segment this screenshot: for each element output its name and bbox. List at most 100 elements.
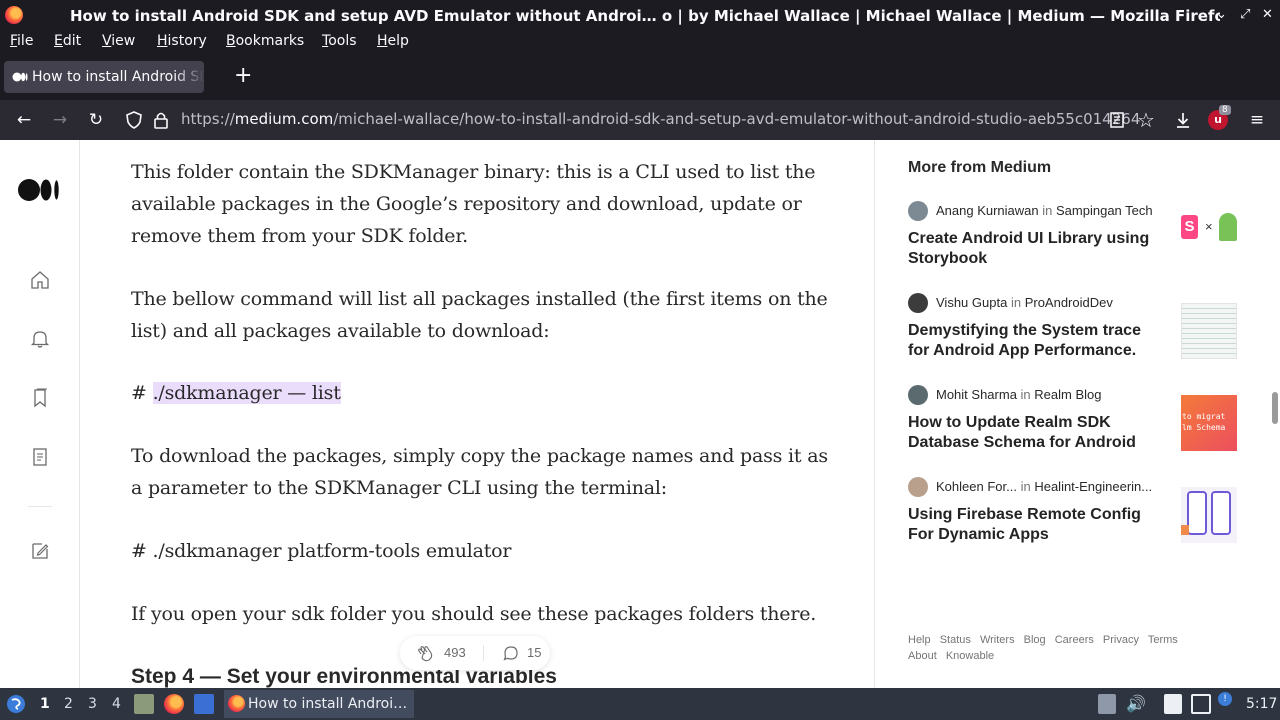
avatar[interactable] [908,477,928,497]
storybook-logo-icon: S [1181,215,1198,239]
window-titlebar: How to install Android SDK and setup AVD… [0,0,1280,30]
story-thumbnail[interactable] [1181,303,1237,359]
stories-icon[interactable] [28,445,52,469]
footer-link-careers[interactable]: Careers [1055,634,1094,646]
tab-fade [174,61,204,93]
lock-icon[interactable] [150,109,172,131]
menu-help[interactable]: Help [377,33,409,49]
terminal-launcher-icon[interactable] [194,694,214,714]
file-manager-icon[interactable] [134,694,154,714]
footer-link-help[interactable]: Help [908,634,931,646]
avatar[interactable] [908,385,928,405]
restore-icon[interactable]: ⤢ [1240,7,1250,22]
workspace-2[interactable]: 2 [64,696,73,712]
story-byline: Vishu Gupta in ProAndroidDev [936,295,1113,310]
menu-tools[interactable]: Tools [322,33,357,49]
new-tab-icon[interactable]: + [234,65,252,87]
write-icon[interactable] [28,539,52,563]
notes-tray-icon[interactable] [1164,694,1182,714]
footer-link-blog[interactable]: Blog [1024,634,1046,646]
shield-icon[interactable] [123,109,145,131]
footer-link-writers[interactable]: Writers [980,634,1015,646]
reload-icon[interactable]: ↻ [84,108,108,132]
sidebar-footer-links: Help Status Writers Blog Careers Privacy… [908,632,1208,664]
story-card[interactable]: Kohleen For... in Healint-Engineerin... … [908,477,1278,557]
footer-link-about[interactable]: About [908,650,937,662]
menu-edit[interactable]: Edit [54,33,81,49]
footer-link-terms[interactable]: Terms [1148,634,1178,646]
story-card[interactable]: Vishu Gupta in ProAndroidDev Demystifyin… [908,293,1278,373]
update-notifier-icon[interactable]: ! [1218,692,1232,706]
response-count: 15 [527,645,542,660]
menu-bookmarks[interactable]: Bookmarks [226,33,304,49]
story-thumbnail[interactable]: S × [1181,211,1237,267]
thumbnail-text: to migrat lm Schema [1182,412,1226,432]
story-thumbnail[interactable]: to migrat lm Schema [1181,395,1237,451]
phone-mockup-icon [1211,491,1231,535]
menu-history[interactable]: History [157,33,207,49]
firefox-launcher-icon[interactable] [164,694,184,714]
menu-view[interactable]: View [102,33,135,49]
start-menu-icon[interactable] [6,694,26,714]
article-action-bar: 493 15 [400,636,550,670]
medium-logo-icon[interactable] [18,178,60,202]
paragraph-list-command: The bellow command will list all package… [131,288,828,342]
tab-strip: How to install Android SDK + [0,54,1280,100]
close-icon[interactable]: ✕ [1262,7,1273,22]
footer-link-privacy[interactable]: Privacy [1103,634,1139,646]
firefox-logo-icon [5,6,23,24]
story-title[interactable]: Demystifying the System trace for Androi… [908,321,1158,361]
bookmarks-icon[interactable] [28,386,52,410]
window-title: How to install Android SDK and setup AVD… [70,7,1220,25]
hamburger-menu-icon[interactable]: ≡ [1245,108,1269,132]
paragraph-sdkmanager-intro: This folder contain the SDKManager binar… [131,161,816,247]
clipboard-tray-icon[interactable] [1098,694,1116,714]
minimize-icon[interactable]: ⌄ [1216,7,1227,22]
taskbar-window-label: How to install Androi… [248,696,408,712]
rail-divider [28,506,52,507]
taskbar-clock[interactable]: 5:17 [1246,696,1277,712]
medium-favicon-icon [12,72,28,82]
article-body: This folder contain the SDKManager binar… [80,140,874,688]
forward-icon[interactable]: → [48,108,72,132]
navigation-toolbar: ← → ↻ https://medium.com/michael-wallace… [0,100,1280,140]
thumbnail-accent [1181,525,1189,535]
footer-link-knowable[interactable]: Knowable [946,650,994,662]
story-title[interactable]: Create Android UI Library using Storyboo… [908,229,1158,269]
action-bar-divider [483,645,484,661]
notifications-bell-icon[interactable] [28,327,52,351]
workspace-1[interactable]: 1 [40,696,50,712]
story-thumbnail[interactable] [1181,487,1237,543]
tab-article[interactable]: How to install Android SDK [4,61,204,93]
paragraph-download-packages: To download the packages, simply copy th… [131,445,828,499]
avatar[interactable] [908,201,928,221]
phone-mockup-icon [1187,491,1207,535]
clap-count: 493 [444,645,466,660]
responses-icon[interactable] [502,644,520,662]
workspace-4[interactable]: 4 [112,696,121,712]
menu-file[interactable]: File [10,33,33,49]
sidebar-heading: More from Medium [908,159,1052,176]
story-card[interactable]: Mohit Sharma in Realm Blog How to Update… [908,385,1278,465]
downloads-icon[interactable] [1172,109,1194,131]
highlighted-text[interactable]: ./sdkmanager — list [152,382,341,404]
display-tray-icon[interactable] [1191,694,1211,714]
story-card[interactable]: Anang Kurniawan in Sampingan Tech Create… [908,201,1278,281]
taskbar-firefox-window[interactable]: How to install Androi… [224,690,414,718]
home-icon[interactable] [28,268,52,292]
volume-icon[interactable]: 🔊 [1126,694,1146,714]
clap-icon[interactable] [416,643,436,663]
story-title[interactable]: Using Firebase Remote Config For Dynamic… [908,505,1158,545]
reader-view-icon[interactable] [1106,109,1128,131]
back-icon[interactable]: ← [12,108,36,132]
workspace-3[interactable]: 3 [88,696,97,712]
story-byline: Mohit Sharma in Realm Blog [936,387,1102,402]
url-bar[interactable]: https://medium.com/michael-wallace/how-t… [181,110,1140,128]
story-title[interactable]: How to Update Realm SDK Database Schema … [908,413,1158,453]
more-from-medium-sidebar: More from Medium Anang Kurniawan in Samp… [874,140,1280,688]
bookmark-star-icon[interactable]: ☆ [1134,108,1158,132]
avatar[interactable] [908,293,928,313]
page-scrollbar-thumb[interactable] [1272,392,1278,424]
footer-link-status[interactable]: Status [940,634,971,646]
thumbnail-x-mark: × [1205,219,1213,234]
